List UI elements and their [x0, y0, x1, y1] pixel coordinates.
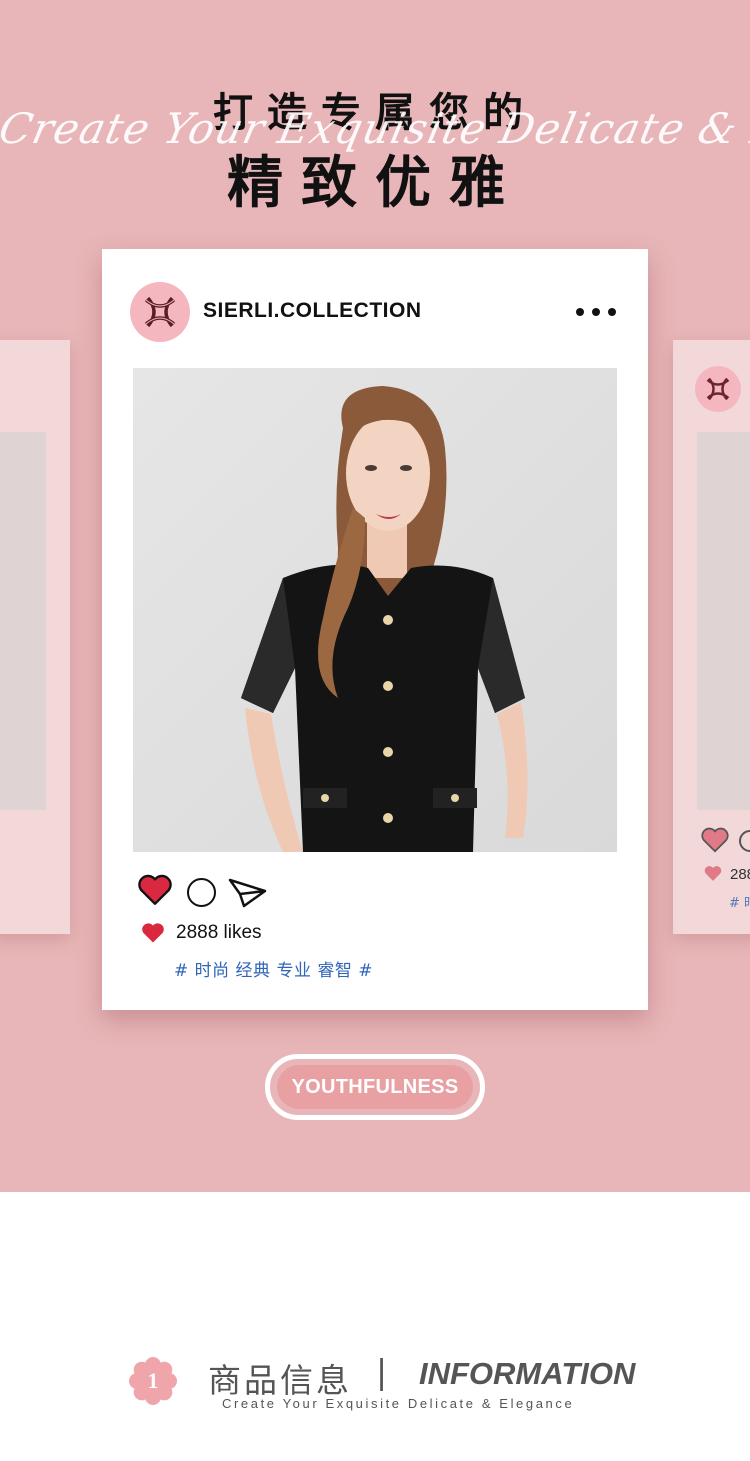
side-post-photo	[0, 432, 46, 810]
likes-heart-icon	[142, 923, 164, 943]
sierli-logo-icon	[144, 296, 176, 328]
post-hashtags[interactable]: # 时尚 经典 专业 睿智 #	[174, 956, 373, 981]
side-avatar	[695, 366, 741, 412]
section-subtitle: Create Your Exquisite Delicate & Eleganc…	[222, 1396, 575, 1411]
post-photo	[133, 368, 617, 852]
section-divider: |	[376, 1352, 388, 1391]
side-post-card-right[interactable]: 288 # 时	[673, 340, 750, 934]
send-icon[interactable]	[228, 877, 268, 909]
headline-line-2: 精致优雅	[227, 151, 523, 216]
side-hashtags: # 时	[729, 896, 750, 911]
side-heart-icon[interactable]	[701, 827, 729, 853]
sierli-logo-icon	[706, 377, 730, 401]
side-comment-icon[interactable]	[739, 830, 750, 852]
account-name[interactable]: SIERLI.COLLECTION	[203, 299, 422, 323]
side-likes-count: 288	[730, 866, 750, 883]
model-photo-illustration	[133, 368, 617, 852]
account-avatar[interactable]	[130, 282, 190, 342]
side-likes-heart-icon	[704, 866, 722, 881]
more-options-icon[interactable]	[576, 304, 616, 320]
section-number: 1	[147, 1368, 159, 1393]
hero-banner: 打造专属您的 Create Your Exquisite Delicate & …	[0, 0, 750, 1192]
youthfulness-tag-button[interactable]: YOUTHFULNESS	[265, 1054, 485, 1120]
likes-count: 2888 likes	[176, 922, 262, 943]
like-heart-icon[interactable]	[138, 874, 172, 906]
section-header-information: 1 商品信息 | INFORMATION Create Your Exquisi…	[0, 1340, 750, 1420]
side-post-photo	[697, 432, 750, 810]
comment-icon[interactable]	[187, 878, 216, 907]
section-title-en: INFORMATION	[419, 1356, 636, 1391]
section-title-cn: 商品信息	[208, 1361, 352, 1400]
side-post-card-left[interactable]	[0, 340, 70, 934]
youthfulness-tag-label: YOUTHFULNESS	[277, 1065, 473, 1109]
post-card: SIERLI.COLLECTION 2888 likes # 时尚 经典 专业 …	[102, 249, 648, 1010]
